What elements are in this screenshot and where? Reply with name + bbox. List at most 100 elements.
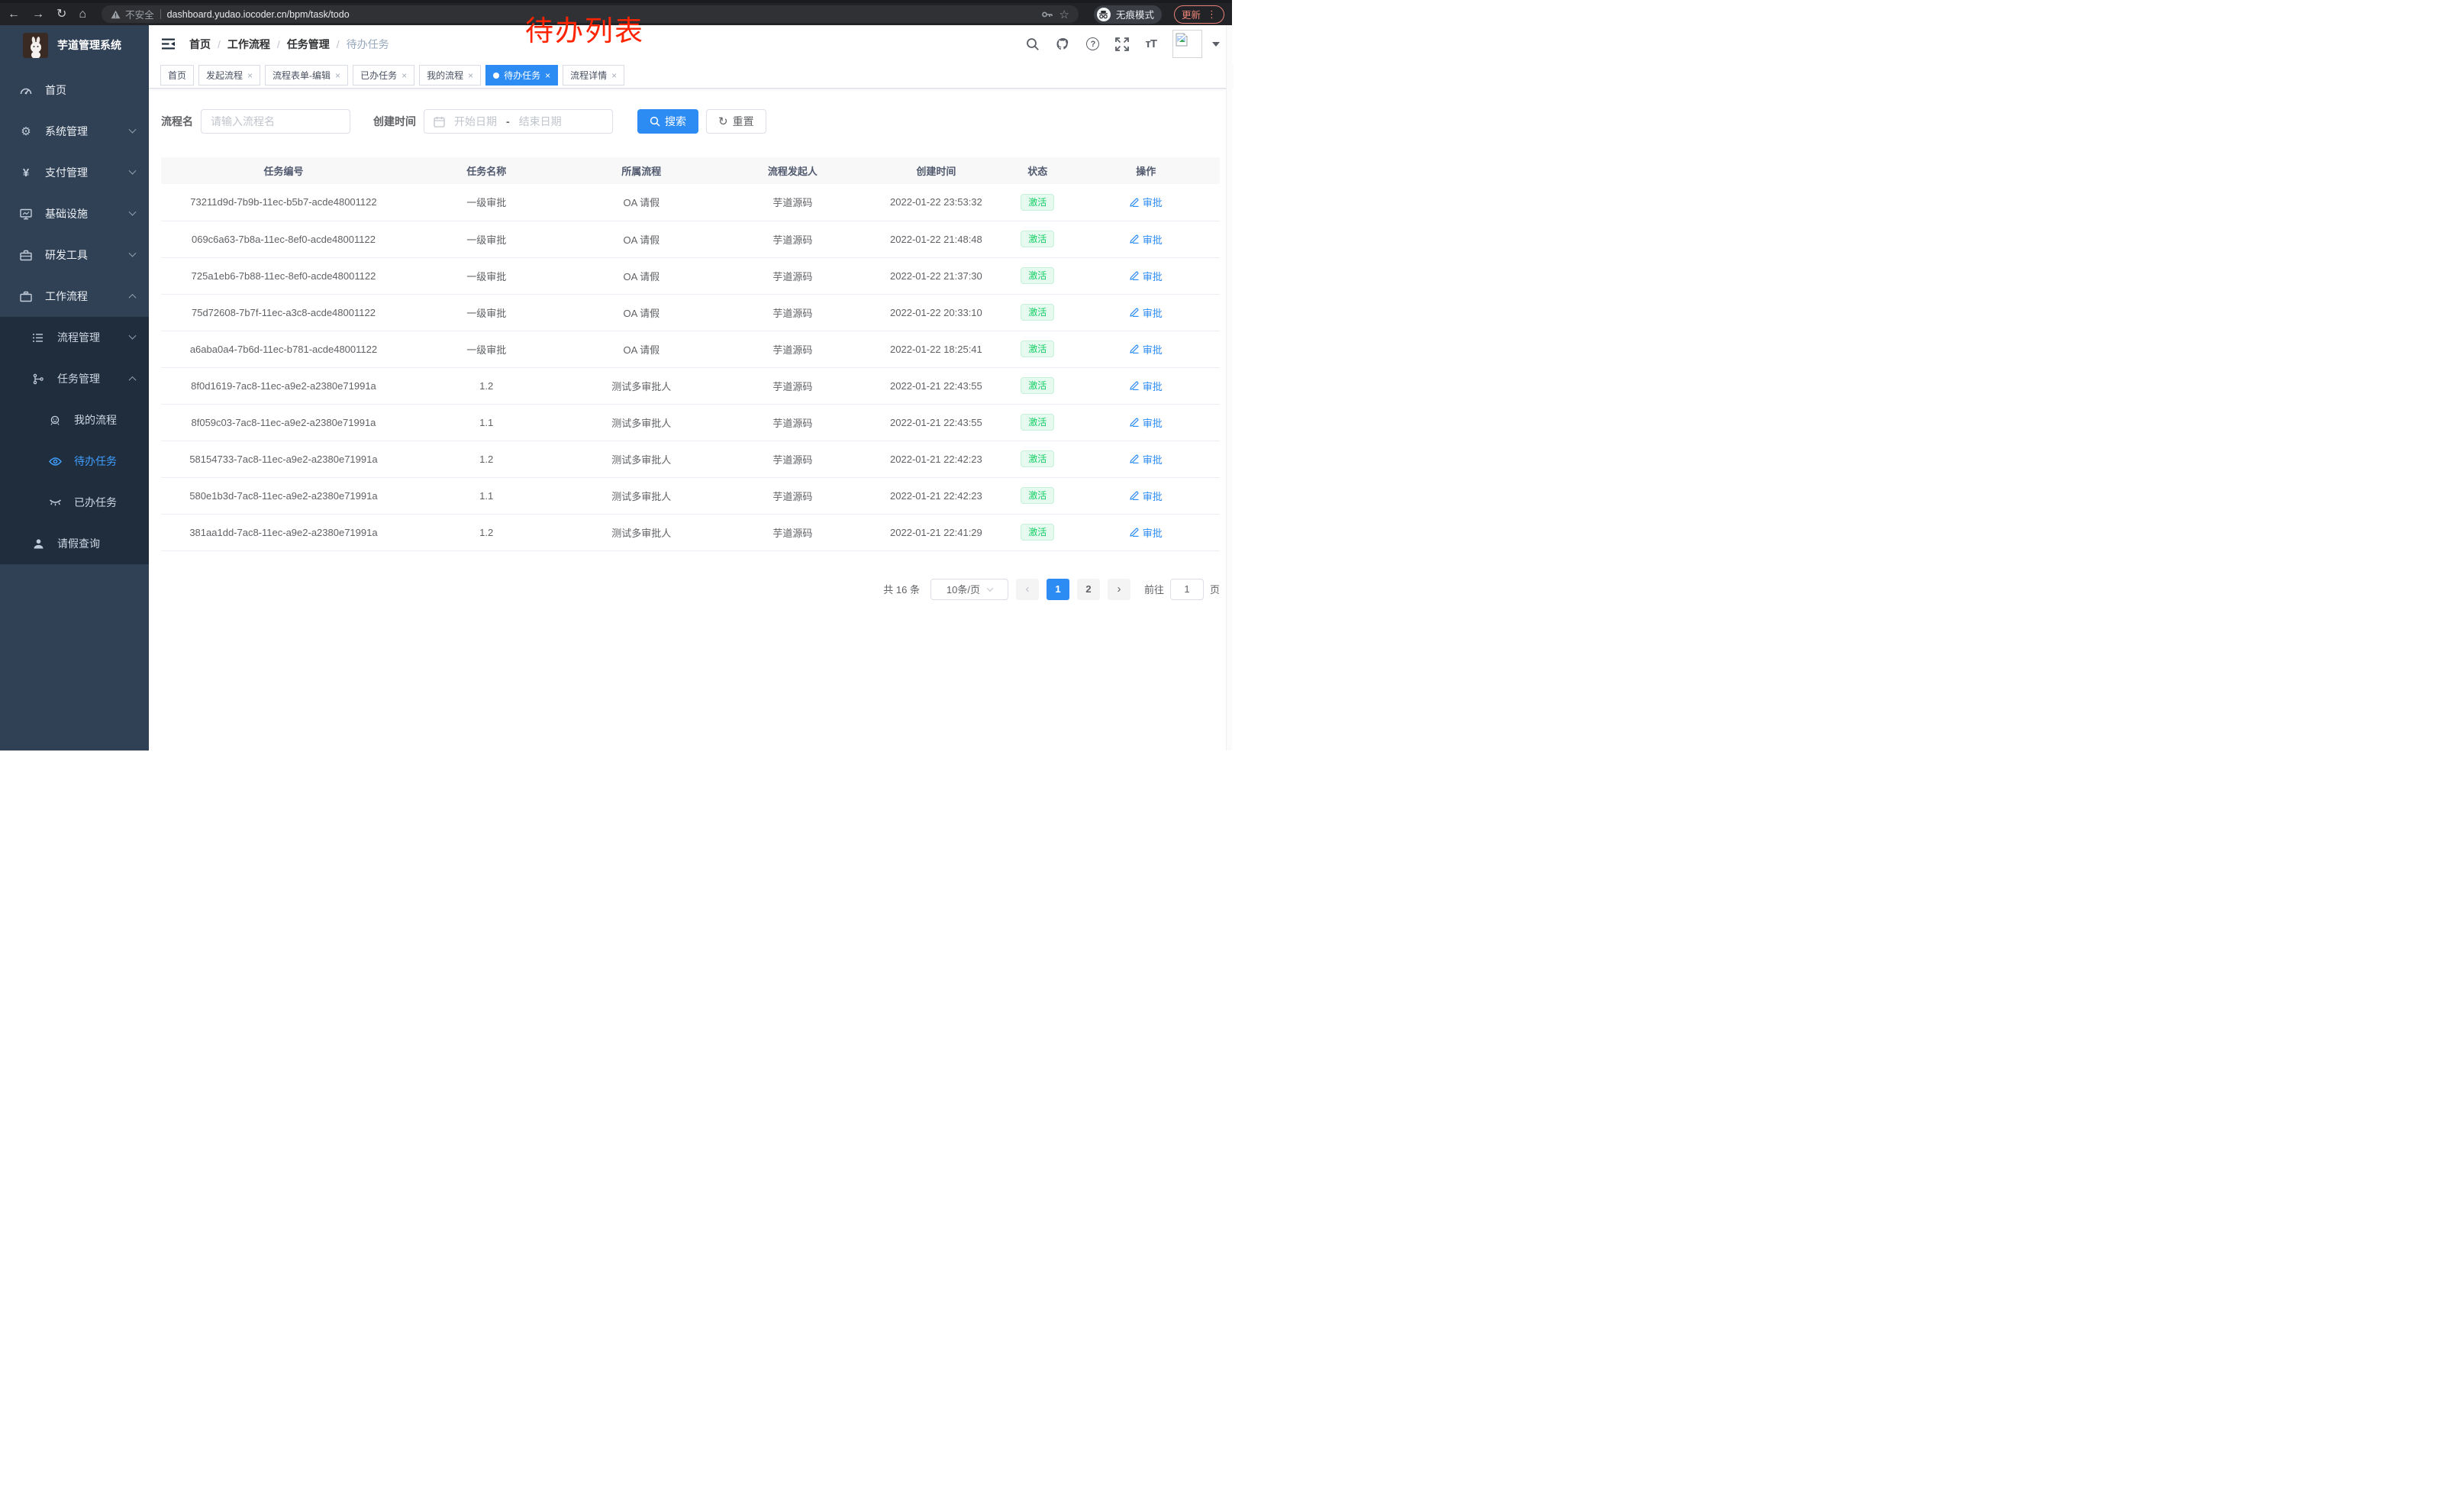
date-range-input[interactable]: 开始日期 - 结束日期 <box>424 109 613 134</box>
tab-close-icon[interactable]: × <box>247 71 253 80</box>
sidebar-item-todo-tasks[interactable]: 待办任务 <box>0 441 149 482</box>
page-scrollbar[interactable] <box>1226 25 1232 750</box>
briefcase-icon <box>18 291 34 302</box>
cell-action: 审批 <box>1072 294 1220 331</box>
sidebar-item-task-mgmt[interactable]: 任务管理 <box>0 358 149 399</box>
cell-starter: 芋道源码 <box>716 367 869 404</box>
approve-link[interactable]: 审批 <box>1130 232 1163 247</box>
tab-done-tasks[interactable]: 已办任务 × <box>353 65 414 86</box>
tab-label: 我的流程 <box>427 69 463 82</box>
browser-forward-button[interactable]: → <box>32 8 44 21</box>
browser-back-button[interactable]: ← <box>8 8 20 21</box>
cell-status: 激活 <box>1003 184 1072 221</box>
breadcrumb-separator: / <box>337 38 340 50</box>
sidebar-item-done-tasks[interactable]: 已办任务 <box>0 482 149 523</box>
tab-close-icon[interactable]: × <box>335 71 340 80</box>
sidebar-collapse-icon[interactable] <box>161 37 176 50</box>
page-button-1[interactable]: 1 <box>1047 579 1069 600</box>
approve-link[interactable]: 审批 <box>1130 525 1163 540</box>
page-button-2[interactable]: 2 <box>1077 579 1100 600</box>
breadcrumb-separator: / <box>218 38 221 50</box>
cell-task-id: 069c6a63-7b8a-11ec-8ef0-acde48001122 <box>161 221 406 257</box>
breadcrumb-home[interactable]: 首页 <box>189 37 211 52</box>
tab-close-icon[interactable]: × <box>611 71 617 80</box>
sidebar-item-payment[interactable]: ¥ 支付管理 <box>0 152 149 193</box>
approve-link[interactable]: 审批 <box>1130 489 1163 503</box>
tab-home[interactable]: 首页 <box>160 65 194 86</box>
tab-todo-tasks[interactable]: 待办任务 × <box>485 65 558 86</box>
chevron-up-icon <box>129 293 137 301</box>
cell-process: OA 请假 <box>567 294 717 331</box>
tab-label: 流程表单-编辑 <box>273 69 331 82</box>
prev-page-button[interactable]: ‹ <box>1016 579 1039 600</box>
github-icon[interactable] <box>1056 37 1070 51</box>
status-badge: 激活 <box>1021 377 1054 394</box>
status-badge: 激活 <box>1021 487 1054 504</box>
process-name-input[interactable]: 请输入流程名 <box>201 109 350 134</box>
reset-button[interactable]: ↻ 重置 <box>706 109 766 134</box>
sidebar-item-process-mgmt[interactable]: 流程管理 <box>0 317 149 358</box>
sidebar-item-leave-query[interactable]: 请假查询 <box>0 523 149 564</box>
key-icon[interactable] <box>1041 8 1053 21</box>
browser-home-button[interactable]: ⌂ <box>79 8 86 21</box>
breadcrumb-task-mgmt[interactable]: 任务管理 <box>287 37 330 52</box>
approve-link[interactable]: 审批 <box>1130 305 1163 320</box>
tab-start-process[interactable]: 发起流程 × <box>198 65 260 86</box>
cell-starter: 芋道源码 <box>716 294 869 331</box>
tab-close-icon[interactable]: × <box>468 71 473 80</box>
search-button[interactable]: 搜索 <box>637 109 698 134</box>
date-range-separator: - <box>506 115 510 128</box>
active-dot <box>493 73 499 79</box>
eye-closed-icon <box>47 498 63 507</box>
browser-update-button[interactable]: 更新 ⋮ <box>1174 5 1224 24</box>
avatar[interactable] <box>1172 30 1202 58</box>
sidebar-item-devtools[interactable]: 研发工具 <box>0 234 149 276</box>
sidebar-item-my-process[interactable]: 我的流程 <box>0 399 149 441</box>
search-button-icon <box>650 116 660 127</box>
approve-link[interactable]: 审批 <box>1130 269 1163 283</box>
help-icon[interactable]: ? <box>1086 37 1099 50</box>
approve-link[interactable]: 审批 <box>1130 195 1163 209</box>
tab-close-icon[interactable]: × <box>545 71 550 80</box>
approve-link[interactable]: 审批 <box>1130 342 1163 357</box>
cell-action: 审批 <box>1072 477 1220 514</box>
font-size-icon[interactable]: ᴛT <box>1145 37 1156 50</box>
sidebar-item-workflow[interactable]: 工作流程 <box>0 276 149 317</box>
chevron-down-icon <box>129 125 137 133</box>
bookmark-star-icon[interactable]: ☆ <box>1059 8 1069 21</box>
browser-menu-icon[interactable]: ⋮ <box>1207 8 1217 21</box>
tab-form-edit[interactable]: 流程表单-编辑 × <box>265 65 348 86</box>
approve-link-label: 审批 <box>1143 525 1163 540</box>
goto-page-input[interactable] <box>1170 579 1204 600</box>
chevron-up-icon <box>129 376 137 383</box>
sidebar-item-home[interactable]: 首页 <box>0 69 149 111</box>
tab-label: 流程详情 <box>570 69 607 82</box>
tab-close-icon[interactable]: × <box>402 71 407 80</box>
approve-link[interactable]: 审批 <box>1130 379 1163 393</box>
page-size-select[interactable]: 10条/页 <box>930 579 1008 600</box>
tab-my-process[interactable]: 我的流程 × <box>419 65 481 86</box>
browser-reload-button[interactable]: ↻ <box>56 8 66 21</box>
incognito-icon <box>1098 10 1108 19</box>
tab-label: 待办任务 <box>504 69 540 82</box>
monitor-icon <box>18 208 34 220</box>
avatar-dropdown-caret[interactable] <box>1212 42 1220 47</box>
next-page-button[interactable]: › <box>1108 579 1130 600</box>
approve-link[interactable]: 审批 <box>1130 452 1163 466</box>
status-badge: 激活 <box>1021 450 1054 467</box>
cell-status: 激活 <box>1003 367 1072 404</box>
cell-action: 审批 <box>1072 257 1220 294</box>
tab-process-detail[interactable]: 流程详情 × <box>563 65 624 86</box>
breadcrumb-workflow[interactable]: 工作流程 <box>227 37 270 52</box>
header-process: 所属流程 <box>567 157 717 184</box>
search-icon[interactable] <box>1026 37 1040 51</box>
sidebar-item-infrastructure[interactable]: 基础设施 <box>0 193 149 234</box>
security-warning[interactable]: 不安全 <box>111 7 154 21</box>
user-icon <box>31 538 46 550</box>
approve-link[interactable]: 审批 <box>1130 415 1163 430</box>
broken-image-icon <box>1176 33 1188 47</box>
fullscreen-icon[interactable] <box>1115 37 1129 51</box>
cell-starter: 芋道源码 <box>716 221 869 257</box>
sidebar-item-system[interactable]: ⚙ 系统管理 <box>0 111 149 152</box>
header-task-name: 任务名称 <box>406 157 567 184</box>
